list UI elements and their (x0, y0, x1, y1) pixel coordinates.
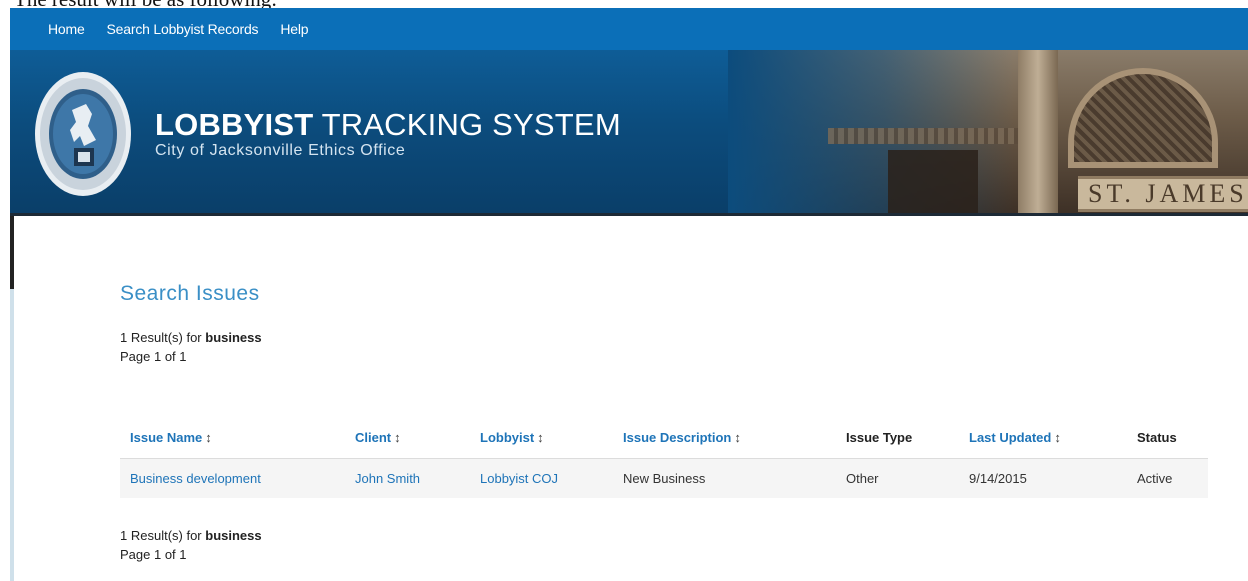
result-count-text: 1 Result(s) for (120, 330, 206, 345)
site-subtitle: City of Jacksonville Ethics Office (155, 142, 406, 159)
column-header-client[interactable]: Client ↕ (345, 418, 470, 459)
st-james-sign: ST. JAMES (1078, 176, 1248, 212)
column-header-label: Last Updated (969, 430, 1052, 446)
cell-issue-type: Other (836, 458, 959, 498)
nav-search-lobbyist-records-link[interactable]: Search Lobbyist Records (107, 21, 259, 37)
column-header-label: Issue Description (623, 430, 732, 446)
sort-icon: ↕ (394, 430, 401, 446)
banner-bottom-edge (10, 213, 1248, 216)
site-title-bold: LOBBYIST (155, 107, 314, 142)
result-count: 1 Result(s) for business (120, 526, 262, 545)
column-header-label: Issue Name (130, 430, 203, 446)
page-title: Search Issues (120, 282, 260, 305)
issue-name-link[interactable]: Business development (130, 471, 261, 486)
cell-issue-description: New Business (613, 458, 836, 498)
lobbyist-link[interactable]: Lobbyist COJ (480, 471, 558, 486)
top-navbar: Home Search Lobbyist Records Help (10, 8, 1248, 50)
table-row: Business development John Smith Lobbyist… (120, 458, 1208, 498)
result-count-text: 1 Result(s) for (120, 528, 206, 543)
site-title[interactable]: LOBBYIST TRACKING SYSTEM (155, 108, 621, 142)
left-rail (10, 216, 14, 581)
sort-icon: ↕ (734, 430, 741, 446)
column-header-issue-description[interactable]: Issue Description ↕ (613, 418, 836, 459)
cell-last-updated: 9/14/2015 (959, 458, 1127, 498)
sort-icon: ↕ (205, 430, 212, 446)
table-header-row: Issue Name ↕ Client ↕ Lobbyist ↕ Issue Desc… (120, 418, 1208, 459)
building-ledge (828, 128, 1018, 144)
result-query: business (205, 528, 262, 543)
brand-block: LOBBYIST TRACKING SYSTEM City of Jackson… (155, 108, 621, 160)
column-header-issue-name[interactable]: Issue Name ↕ (120, 418, 345, 459)
column-header-status: Status (1127, 418, 1208, 459)
cell-client: John Smith (345, 458, 470, 498)
column-header-last-updated[interactable]: Last Updated ↕ (959, 418, 1127, 459)
results-summary-top: 1 Result(s) for business Page 1 of 1 (120, 328, 1210, 366)
results-summary-bottom: 1 Result(s) for business Page 1 of 1 (120, 526, 262, 564)
nav-home-link[interactable]: Home (48, 21, 85, 37)
sort-icon: ↕ (1054, 430, 1061, 446)
column-header-label: Lobbyist (480, 430, 535, 446)
column-header-issue-type: Issue Type (836, 418, 959, 459)
main-content: Search Issues 1 Result(s) for business P… (120, 282, 1210, 562)
column-header-label: Client (355, 430, 392, 446)
nav-help-link[interactable]: Help (280, 21, 308, 37)
building-window (888, 150, 978, 216)
page-indicator: Page 1 of 1 (120, 349, 187, 364)
city-seal-icon[interactable] (34, 70, 132, 198)
sort-icon: ↕ (537, 430, 544, 446)
column-header-lobbyist[interactable]: Lobbyist ↕ (470, 418, 613, 459)
cell-status: Active (1127, 458, 1208, 498)
page-indicator: Page 1 of 1 (120, 547, 187, 562)
result-count: 1 Result(s) for business (120, 328, 1210, 347)
issues-table: Issue Name ↕ Client ↕ Lobbyist ↕ Issue Desc… (120, 418, 1208, 498)
site-title-rest: TRACKING SYSTEM (313, 107, 621, 142)
building-pillar (1018, 50, 1058, 216)
document-caption: The result will be as following: (14, 0, 277, 8)
cell-lobbyist: Lobbyist COJ (470, 458, 613, 498)
client-link[interactable]: John Smith (355, 471, 420, 486)
result-query: business (205, 330, 262, 345)
cell-issue-name: Business development (120, 458, 345, 498)
header-banner: ST. JAMES LOBBYIST TRACKING SYSTEM City … (10, 50, 1248, 216)
